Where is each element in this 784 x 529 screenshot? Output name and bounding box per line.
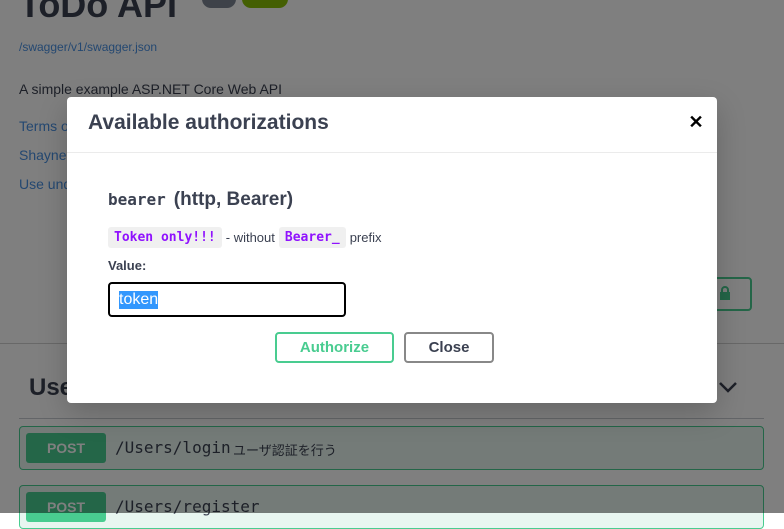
authorize-button[interactable]: Authorize (275, 332, 394, 363)
close-icon[interactable]: ✕ (687, 113, 705, 131)
desc-text-without: - without (225, 229, 275, 245)
close-button[interactable]: Close (404, 332, 494, 363)
auth-modal: Available authorizations ✕ bearer (http, … (67, 97, 717, 403)
token-input[interactable] (108, 282, 346, 317)
modal-title: Available authorizations (88, 111, 329, 134)
scheme-heading: bearer (http, Bearer) (108, 189, 293, 211)
code-bearer-prefix: Bearer_ (278, 226, 346, 248)
modal-header: Available authorizations ✕ (67, 97, 717, 153)
desc-text-prefix: prefix (349, 229, 382, 245)
code-token-only: Token only!!! (108, 226, 222, 248)
value-label: Value: (108, 258, 147, 273)
scheme-description: Token only!!! - without Bearer_ prefix (108, 225, 385, 249)
scheme-name: bearer (108, 190, 166, 209)
scheme-type: (http, Bearer) (173, 189, 294, 210)
